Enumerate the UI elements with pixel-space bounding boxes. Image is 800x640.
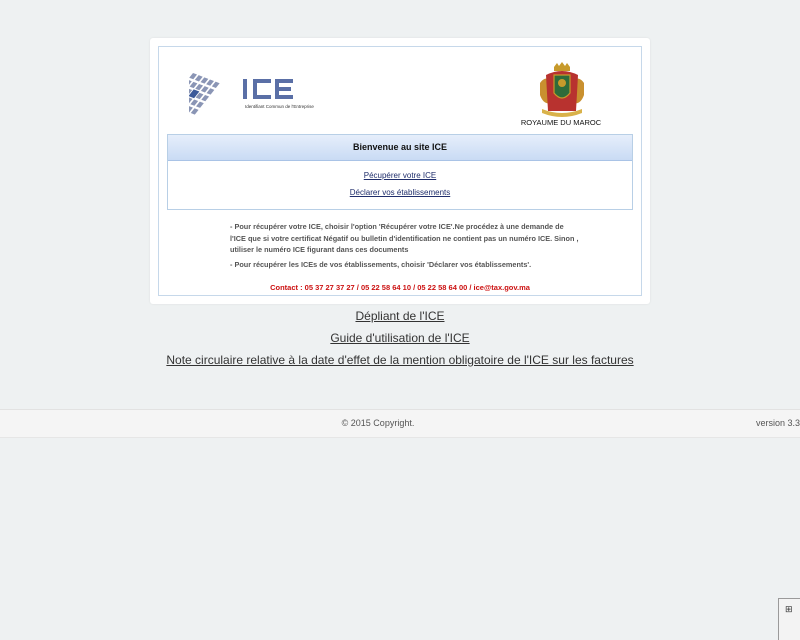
welcome-box: Bienvenue au site ICE Pécupérer votre IC… — [167, 134, 633, 210]
corner-widget[interactable]: ⊞ — [778, 598, 800, 640]
footer: © 2015 Copyright. version 3.3 — [0, 409, 800, 438]
note-circulaire-link[interactable]: Note circulaire relative à la date d'eff… — [0, 353, 800, 367]
ice-tagline: Identifiant Commun de l'Entreprise — [245, 104, 314, 109]
page: Identifiant Commun de l'Entreprise ROYAU… — [0, 0, 800, 640]
info-paragraph-2: - Pour récupérer les ICEs de vos établis… — [230, 260, 532, 269]
version-text: version 3.3 — [755, 418, 800, 428]
copyright-text: © 2015 Copyright. — [341, 418, 415, 428]
resize-icon: ⊞ — [785, 604, 793, 614]
royaume-label: ROYAUME DU MAROC — [520, 118, 602, 127]
main-card-inner: Identifiant Commun de l'Entreprise ROYAU… — [158, 46, 642, 296]
info-paragraph-1: - Pour récupérer votre ICE, choisir l'op… — [230, 222, 579, 254]
recuperer-ice-link[interactable]: Pécupérer votre ICE — [168, 171, 632, 180]
declarer-etablissements-link[interactable]: Déclarer vos établissements — [168, 188, 632, 197]
moroccan-coat-of-arms-icon — [532, 61, 592, 121]
contact-line: Contact : 05 37 27 37 27 / 05 22 58 64 1… — [270, 283, 530, 292]
guide-link[interactable]: Guide d'utilisation de l'ICE — [0, 331, 800, 345]
main-card: Identifiant Commun de l'Entreprise ROYAU… — [150, 38, 650, 304]
welcome-title: Bienvenue au site ICE — [168, 135, 632, 161]
depliant-link[interactable]: Dépliant de l'ICE — [0, 309, 800, 323]
